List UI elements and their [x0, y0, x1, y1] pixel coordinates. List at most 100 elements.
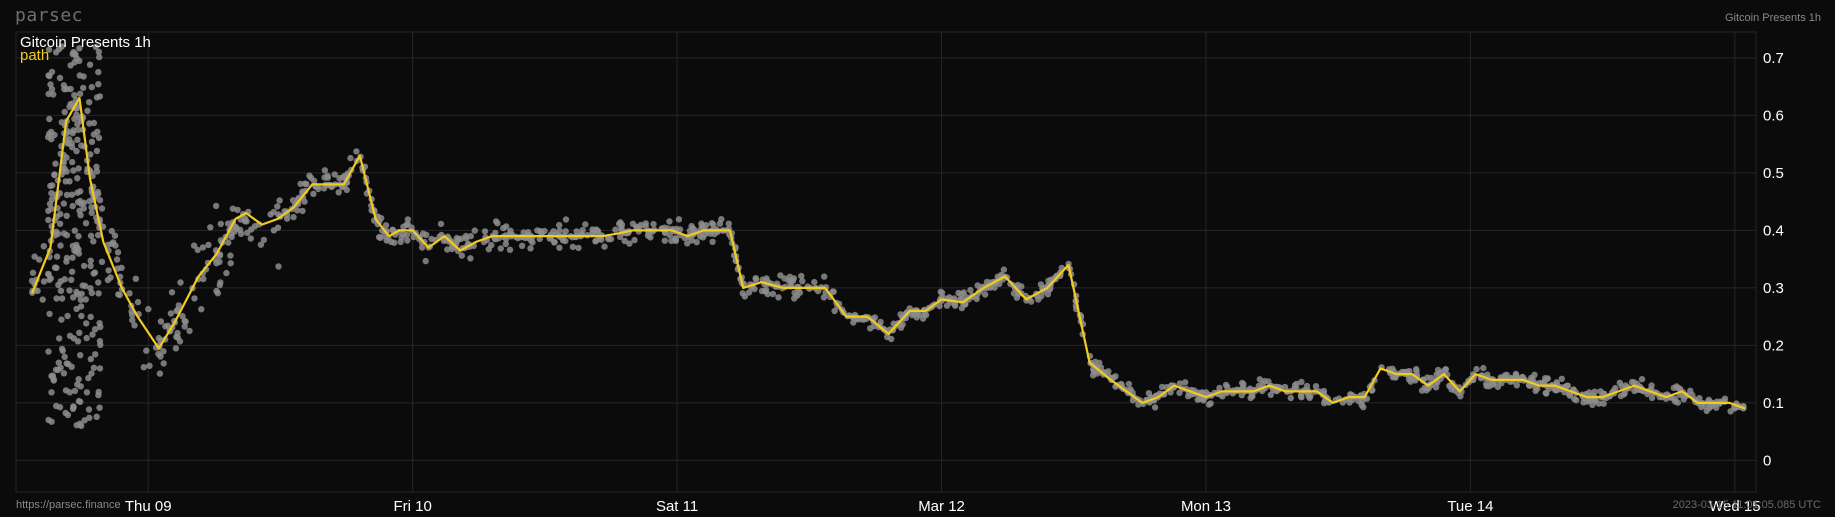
series-line-path [30, 97, 1746, 410]
y-tick-label: 0.4 [1763, 222, 1784, 239]
scatter-point [83, 320, 90, 327]
scatter-point [95, 68, 102, 76]
scatter-point [811, 278, 818, 286]
scatter-point [177, 279, 184, 286]
x-tick-label: Tue 14 [1447, 498, 1493, 515]
scatter-point [77, 188, 84, 195]
scatter-point [642, 220, 649, 227]
scatter-point [53, 253, 61, 260]
scatter-point [913, 314, 920, 321]
scatter-point [45, 207, 52, 214]
scatter-point [382, 222, 390, 229]
scatter-point [78, 290, 85, 297]
scatter-point [752, 275, 759, 282]
scatter-point [71, 59, 78, 66]
scatter-point [54, 230, 62, 238]
scatter-point [1698, 403, 1705, 411]
scatter-point [132, 275, 139, 282]
scatter-point [497, 245, 504, 252]
scatter-point [71, 227, 79, 234]
x-tick-label: Mon 13 [1181, 498, 1231, 515]
scatter-point [260, 236, 268, 244]
scatter-point [647, 234, 654, 241]
scatter-point [60, 370, 68, 377]
scatter-point [93, 413, 100, 420]
scatter-point [88, 83, 96, 91]
scatter-point [71, 387, 79, 395]
scatter-point [95, 81, 102, 88]
scatter-point [1010, 290, 1018, 297]
scatter-point [88, 204, 95, 211]
scatter-point [689, 225, 696, 232]
scatter-point [140, 364, 147, 371]
scatter-point [601, 243, 608, 250]
scatter-point [143, 347, 150, 354]
scatter-point [39, 296, 46, 303]
scatter-point [775, 294, 782, 301]
y-tick-label: 0.7 [1763, 50, 1784, 67]
scatter-point [790, 275, 798, 282]
scatter-point [115, 291, 122, 298]
grid [16, 32, 1756, 492]
scatter-point [506, 246, 514, 253]
scatter-point [46, 200, 54, 208]
scatter-point [52, 160, 59, 167]
scatter-point [87, 262, 94, 270]
scatter-point [708, 220, 716, 227]
scatter-point [419, 230, 427, 237]
scatter-point [299, 207, 306, 215]
scatter-point [227, 252, 234, 259]
scatter-point [92, 351, 99, 358]
scatter-point [172, 345, 180, 352]
scatter-point [556, 244, 563, 251]
scatter-point [61, 353, 68, 361]
scatter-point [1413, 365, 1420, 373]
scatter-point [191, 295, 198, 302]
x-tick-label: Mar 12 [918, 498, 965, 515]
scatter-point [93, 168, 101, 175]
scatter-point [53, 295, 60, 302]
scatter-point [228, 233, 235, 241]
scatter-point [500, 224, 507, 232]
scatter-point [96, 365, 104, 372]
scatter-point [61, 276, 68, 283]
scatter-point [275, 263, 282, 270]
scatter-point [90, 238, 97, 245]
scatter-point [1176, 389, 1183, 396]
scatter-point [89, 331, 96, 338]
scatter-point [58, 316, 65, 323]
scatter-point [46, 276, 53, 283]
scatter-point [93, 147, 101, 155]
scatter-point [75, 397, 83, 405]
scatter-point [1194, 396, 1201, 403]
scatter-point [190, 242, 198, 249]
scatter-point [70, 294, 77, 301]
scatter-point [157, 318, 165, 325]
scatter-point [95, 391, 102, 399]
scatter-point [799, 278, 806, 285]
scatter-point [69, 158, 76, 166]
scatter-point [213, 287, 220, 295]
scatter-point [74, 381, 81, 388]
scatter-point [1287, 394, 1295, 402]
scatter-point [86, 120, 93, 127]
scatter-point [223, 269, 230, 277]
scatter-point [541, 227, 548, 235]
scatter-point [57, 210, 64, 218]
scatter-point [1573, 397, 1580, 404]
scatter-point [77, 352, 84, 359]
scatter-point [40, 243, 47, 250]
scatter-point [205, 241, 212, 249]
scatter-point [592, 237, 600, 244]
scatter-point [821, 273, 828, 280]
scatter-point [96, 404, 103, 411]
y-axis: 0 0.1 0.2 0.3 0.4 0.5 0.6 0.7 [1763, 50, 1784, 470]
scatter-point [1320, 387, 1328, 395]
x-tick-label: Fri 10 [393, 498, 431, 515]
scatter-point [267, 211, 274, 218]
footer-url-link[interactable]: https://parsec.finance [16, 499, 121, 511]
scatter-point [86, 61, 94, 68]
scatter-point [51, 131, 58, 139]
scatter-point [174, 334, 181, 341]
scatter-point [575, 244, 582, 252]
